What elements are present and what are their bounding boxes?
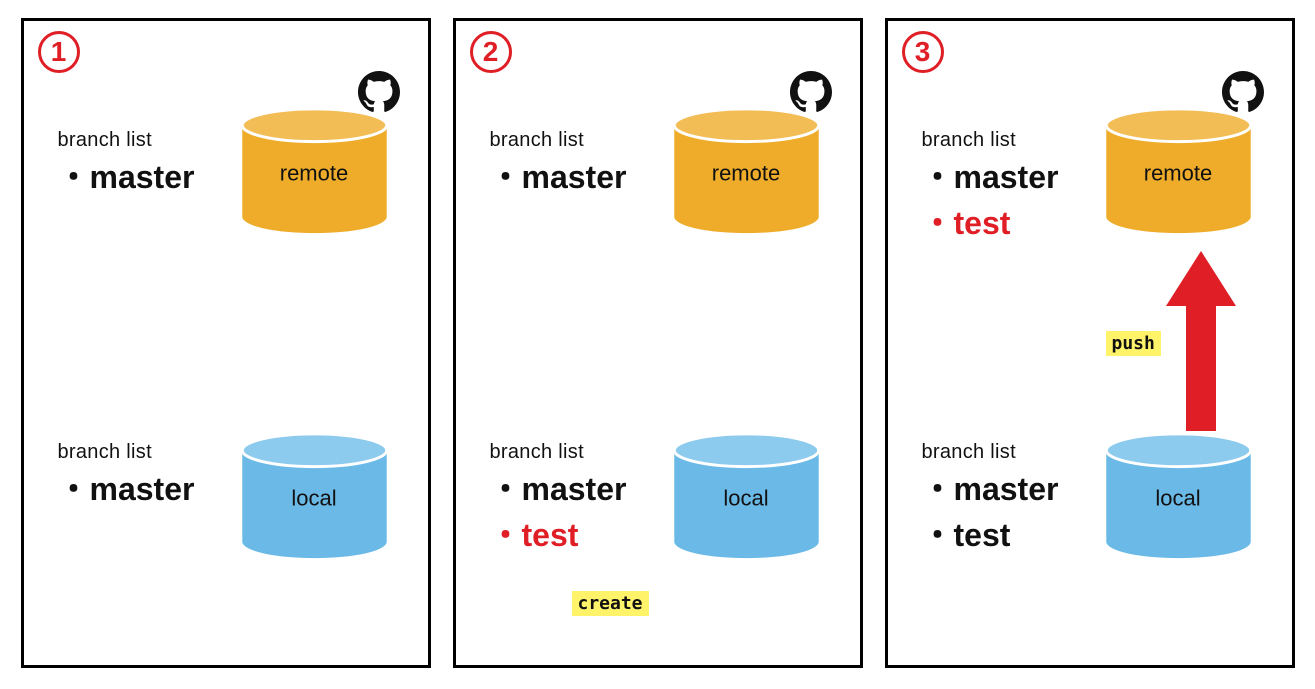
panel-step-3: 3 remote local push branch [885,18,1295,668]
branch-item-master: ・master [58,466,195,512]
diagram-canvas: 1 remote local branch list ・ [18,18,1297,668]
branch-item-master: ・master [490,466,627,512]
branch-item-test: ・test [922,512,1059,558]
step-number-badge: 3 [902,31,944,73]
panel-step-1: 1 remote local branch list ・ [21,18,431,668]
remote-label: remote [669,161,824,187]
remote-branch-list: branch list ・master ・test [922,129,1059,247]
branch-list-title: branch list [490,129,627,152]
branch-item-test-new: ・test [490,512,627,558]
local-repo-cylinder: local [669,431,824,561]
branch-list-title: branch list [922,441,1059,464]
push-arrow-icon [1166,251,1236,441]
remote-label: remote [237,161,392,187]
local-label: local [1101,486,1256,512]
remote-branch-list: branch list ・master [58,129,195,200]
branch-item-test-new: ・test [922,200,1059,246]
branch-list-title: branch list [58,129,195,152]
branch-list-title: branch list [58,441,195,464]
push-tag: push [1106,331,1161,356]
step-number-badge: 1 [38,31,80,73]
local-label: local [237,486,392,512]
branch-item-master: ・master [58,154,195,200]
local-branch-list: branch list ・master [58,441,195,512]
local-repo-cylinder: local [1101,431,1256,561]
branch-item-master: ・master [490,154,627,200]
panel-step-2: 2 remote local branch list ・master [453,18,863,668]
remote-branch-list: branch list ・master [490,129,627,200]
remote-label: remote [1101,161,1256,187]
branch-list-title: branch list [922,129,1059,152]
remote-repo-cylinder: remote [669,106,824,236]
remote-repo-cylinder: remote [237,106,392,236]
remote-repo-cylinder: remote [1101,106,1256,236]
local-repo-cylinder: local [237,431,392,561]
step-number-badge: 2 [470,31,512,73]
local-label: local [669,486,824,512]
local-branch-list: branch list ・master ・test [922,441,1059,559]
local-branch-list: branch list ・master ・test [490,441,627,559]
branch-item-master: ・master [922,154,1059,200]
branch-item-master: ・master [922,466,1059,512]
branch-list-title: branch list [490,441,627,464]
create-tag: create [572,591,649,616]
